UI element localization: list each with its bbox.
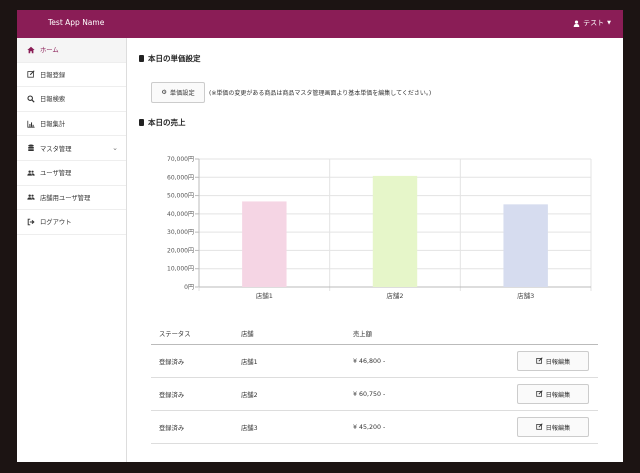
row-status: 登録済み bbox=[159, 424, 185, 432]
unit-price-section-title: 本日の単価設定 bbox=[139, 53, 201, 64]
sidebar-item-label: ユーザ管理 bbox=[40, 170, 72, 178]
user-menu[interactable]: テスト ▼ bbox=[573, 18, 611, 28]
row-store: 店舗2 bbox=[241, 391, 258, 399]
header-store: 店舗 bbox=[241, 331, 254, 338]
sidebar-item-label: 店舗用ユーザ管理 bbox=[40, 194, 91, 202]
database-icon bbox=[27, 144, 35, 152]
unit-price-button[interactable]: ⚙ 単価設定 bbox=[151, 82, 205, 103]
gear-icon: ⚙ bbox=[161, 89, 167, 96]
y-tick-label: 50,000円 bbox=[167, 193, 194, 200]
table-row: 登録済み 店舗2 ¥ 60,750 - 日報編集 bbox=[151, 378, 598, 411]
bar-chart-icon bbox=[27, 120, 35, 128]
sidebar-item-logout[interactable]: ログアウト bbox=[17, 210, 126, 235]
edit-daily-button[interactable]: 日報編集 bbox=[517, 351, 589, 371]
sidebar-item-daily-register[interactable]: 日報登録 bbox=[17, 63, 126, 88]
sidebar: ホーム 日報登録 日報検索 日報集計 マスタ管理 ⌄ ユーザ管理 店舗用ユーザ管… bbox=[17, 38, 127, 462]
caret-down-icon: ▼ bbox=[607, 20, 611, 26]
book-icon bbox=[139, 119, 144, 126]
sales-bar-chart: 0円 10,000円 20,000円 30,000円 40,000円 50,000円 60,… bbox=[167, 156, 592, 300]
unit-price-button-label: 単価設定 bbox=[169, 90, 195, 97]
sidebar-item-label: 日報検索 bbox=[40, 96, 66, 104]
users-icon bbox=[27, 169, 35, 177]
x-tick-label: 店舗1 bbox=[256, 291, 273, 300]
app-window: Test App Name テスト ▼ ホーム 日報登録 日報検索 日報集計 マ… bbox=[17, 10, 623, 462]
table-row: 登録済み 店舗3 ¥ 45,200 - 日報編集 bbox=[151, 411, 598, 444]
edit-icon bbox=[535, 389, 543, 399]
header-status: ステータス bbox=[159, 331, 191, 338]
edit-daily-button[interactable]: 日報編集 bbox=[517, 417, 589, 437]
row-status: 登録済み bbox=[159, 358, 185, 366]
chevron-down-icon[interactable]: ⌄ bbox=[112, 144, 118, 152]
y-tick-label: 10,000円 bbox=[167, 266, 194, 273]
y-tick-label: 30,000円 bbox=[167, 229, 194, 236]
sidebar-item-label: 日報登録 bbox=[40, 71, 66, 79]
sidebar-item-label: ログアウト bbox=[40, 219, 72, 227]
bar-店舗3 bbox=[503, 204, 548, 287]
sales-section-title: 本日の売上 bbox=[139, 117, 186, 128]
user-icon bbox=[573, 19, 580, 27]
edit-icon bbox=[27, 70, 35, 78]
edit-daily-button[interactable]: 日報編集 bbox=[517, 384, 589, 404]
home-icon bbox=[27, 46, 35, 54]
sales-title-text: 本日の売上 bbox=[148, 118, 186, 127]
bar-店舗1 bbox=[242, 201, 287, 287]
app-brand[interactable]: Test App Name bbox=[48, 18, 104, 27]
sidebar-item-master[interactable]: マスタ管理 ⌄ bbox=[17, 136, 126, 161]
row-status: 登録済み bbox=[159, 391, 185, 399]
x-tick-label: 店舗2 bbox=[386, 291, 403, 300]
header-amount: 売上額 bbox=[353, 331, 372, 338]
sidebar-item-label: マスタ管理 bbox=[40, 145, 72, 153]
sidebar-item-user-admin[interactable]: ユーザ管理 bbox=[17, 161, 126, 186]
edit-icon bbox=[535, 356, 543, 366]
y-tick-label: 60,000円 bbox=[167, 174, 194, 181]
sidebar-item-daily-summary[interactable]: 日報集計 bbox=[17, 112, 126, 137]
sidebar-item-home[interactable]: ホーム bbox=[17, 38, 126, 63]
book-icon bbox=[139, 55, 144, 62]
y-tick-label: 20,000円 bbox=[167, 247, 194, 254]
user-name: テスト bbox=[583, 19, 605, 27]
edit-daily-label: 日報編集 bbox=[545, 424, 571, 432]
row-amount: ¥ 45,200 - bbox=[353, 423, 386, 431]
users-icon bbox=[27, 193, 35, 201]
edit-icon bbox=[535, 422, 543, 432]
sidebar-item-daily-search[interactable]: 日報検索 bbox=[17, 87, 126, 112]
sign-out-icon bbox=[27, 218, 35, 226]
sidebar-item-store-user-admin[interactable]: 店舗用ユーザ管理 bbox=[17, 186, 126, 211]
y-tick-label: 40,000円 bbox=[167, 211, 194, 218]
table-header: ステータス 店舗 売上額 bbox=[151, 323, 598, 345]
row-store: 店舗3 bbox=[241, 424, 258, 432]
x-tick-label: 店舗3 bbox=[517, 291, 534, 300]
y-tick-label: 0円 bbox=[184, 284, 194, 291]
sidebar-item-label: ホーム bbox=[40, 47, 59, 55]
y-tick-label: 70,000円 bbox=[167, 156, 194, 163]
main-content: 本日の単価設定 ⚙ 単価設定 (※単価の変更がある商品は商品マスタ管理画面より基… bbox=[127, 38, 623, 462]
row-store: 店舗1 bbox=[241, 358, 258, 366]
unit-price-title-text: 本日の単価設定 bbox=[148, 54, 201, 63]
search-icon bbox=[27, 95, 35, 103]
sales-table: ステータス 店舗 売上額 登録済み 店舗1 ¥ 46,800 - 日報編集 登録… bbox=[151, 323, 598, 444]
table-row: 登録済み 店舗1 ¥ 46,800 - 日報編集 bbox=[151, 345, 598, 378]
row-amount: ¥ 46,800 - bbox=[353, 357, 386, 365]
sidebar-item-label: 日報集計 bbox=[40, 121, 66, 129]
row-amount: ¥ 60,750 - bbox=[353, 390, 386, 398]
edit-daily-label: 日報編集 bbox=[545, 358, 571, 366]
unit-price-note: (※単価の変更がある商品は商品マスタ管理画面より基本単価を編集してください。) bbox=[209, 90, 432, 97]
edit-daily-label: 日報編集 bbox=[545, 391, 571, 399]
top-navbar: Test App Name テスト ▼ bbox=[17, 10, 623, 38]
bar-店舗2 bbox=[372, 175, 418, 287]
